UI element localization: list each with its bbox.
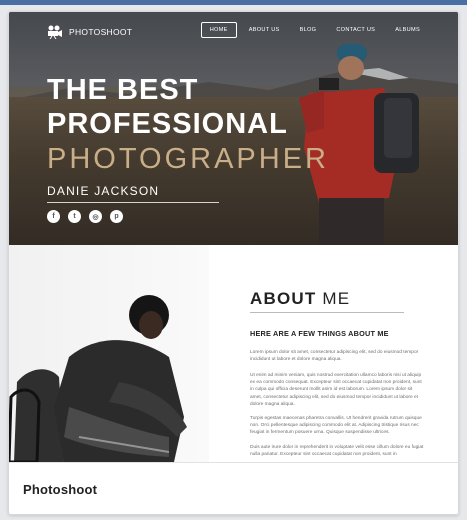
facebook-icon[interactable]: f	[47, 210, 60, 223]
top-accent-strip	[0, 0, 467, 5]
brand-name: PHOTOSHOOT	[69, 27, 133, 37]
photographer-name: DANIE JACKSON	[47, 184, 160, 198]
hero-heading-line-1: THE BEST	[47, 74, 199, 106]
hero-heading-line-3: PHOTOGRAPHER	[47, 143, 330, 175]
main-nav: HOME ABOUT US BLOG CONTACT US ALBUMS	[200, 22, 428, 38]
about-paragraph-3: Turpis egestas maecenas pharetra convall…	[250, 416, 422, 436]
pinterest-icon[interactable]: p	[110, 210, 123, 223]
about-section: ABOUT ME HERE ARE A FEW THINGS ABOUT ME …	[9, 245, 458, 462]
social-links: f t ◎ p	[47, 210, 123, 223]
nav-item-home[interactable]: HOME	[200, 22, 237, 38]
nav-item-blog[interactable]: BLOG	[292, 23, 325, 37]
card-title[interactable]: Photoshoot	[23, 482, 97, 497]
hero-section: PHOTOSHOOT HOME ABOUT US BLOG CONTACT US…	[9, 12, 458, 245]
nav-item-contact-us[interactable]: CONTACT US	[328, 23, 383, 37]
brand-logo[interactable]: PHOTOSHOOT	[47, 25, 132, 39]
about-title-rest: ME	[322, 289, 351, 308]
about-title-bold: ABOUT	[250, 289, 317, 308]
about-paragraph-4: Duis aute irure dolor in reprehenderit i…	[250, 445, 424, 458]
about-subtitle: HERE ARE A FEW THINGS ABOUT ME	[250, 329, 389, 338]
about-divider	[250, 312, 404, 313]
about-paragraph-1: Lorem ipsum dolor sit amet, consectetur …	[250, 350, 419, 363]
card-footer: Photoshoot	[9, 462, 458, 514]
movie-camera-icon	[48, 25, 62, 39]
about-paragraph-2: Ut enim ad minim veniam, quis nostrud ex…	[250, 373, 422, 407]
nav-item-about-us[interactable]: ABOUT US	[241, 23, 288, 37]
hero-divider	[47, 202, 219, 203]
hero-heading-line-2: PROFESSIONAL	[47, 108, 288, 140]
about-title: ABOUT ME	[250, 289, 350, 309]
twitter-icon[interactable]: t	[68, 210, 81, 223]
nav-item-albums[interactable]: ALBUMS	[387, 23, 428, 37]
instagram-icon[interactable]: ◎	[89, 210, 102, 223]
template-card[interactable]: PHOTOSHOOT HOME ABOUT US BLOG CONTACT US…	[8, 11, 459, 515]
seated-man-photo	[9, 295, 187, 462]
